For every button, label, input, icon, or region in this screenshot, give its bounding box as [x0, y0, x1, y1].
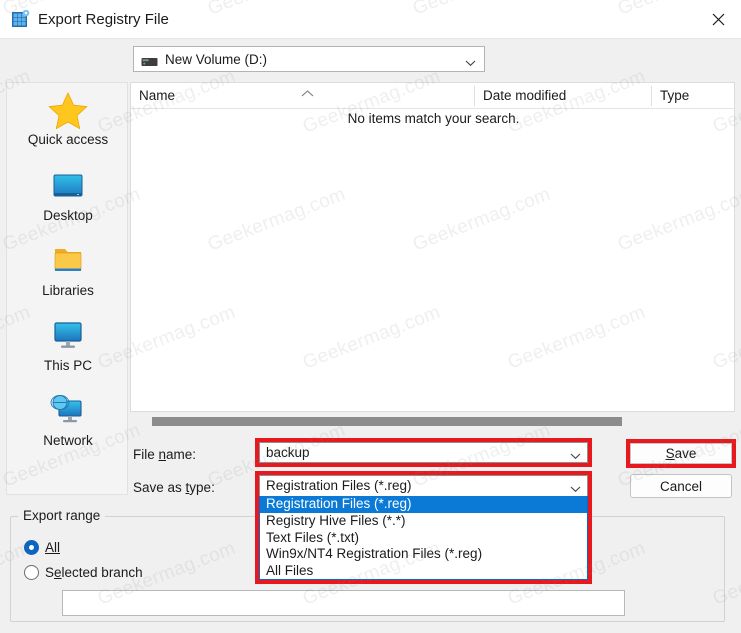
file-list: Name Date modified Type No items match y… [130, 82, 735, 412]
file-list-header: Name Date modified Type [131, 83, 734, 109]
registry-editor-icon [10, 9, 31, 30]
sort-ascending-icon [301, 84, 314, 102]
radio-label: All [45, 540, 61, 555]
sidebar-item-label: Libraries [42, 283, 94, 298]
sidebar-item-network[interactable]: Network [7, 388, 129, 460]
save-as-type-combo[interactable]: Registration Files (*.reg) [259, 475, 588, 496]
export-registry-file-dialog: Export Registry File Save in: New Volume… [0, 0, 741, 633]
column-header-type[interactable]: Type [652, 83, 734, 108]
sidebar-item-quick-access[interactable]: Quick access [7, 87, 129, 159]
save-as-type-value: Registration Files (*.reg) [266, 478, 412, 493]
sidebar-item-this-pc[interactable]: This PC [7, 313, 129, 385]
chevron-down-icon[interactable] [465, 54, 476, 72]
network-globe-icon [48, 392, 88, 430]
folder-icon [48, 242, 88, 280]
file-name-input[interactable]: backup [259, 442, 588, 463]
dropdown-option[interactable]: All Files [260, 563, 587, 579]
column-header-date-modified[interactable]: Date modified [475, 83, 651, 108]
save-button-accel: S [665, 446, 675, 461]
empty-list-message: No items match your search. [347, 111, 520, 126]
dropdown-option[interactable]: Win9x/NT4 Registration Files (*.reg) [260, 546, 587, 563]
sidebar-item-label: Quick access [27, 132, 109, 147]
star-icon [48, 91, 88, 129]
export-range-legend: Export range [18, 508, 106, 523]
sidebar-item-label: Network [43, 433, 93, 448]
save-as-type-dropdown-list[interactable]: Registration Files (*.reg) Registry Hive… [259, 496, 588, 580]
pc-monitor-icon [48, 317, 88, 355]
save-button-label: ave [674, 446, 697, 461]
scrollbar-thumb[interactable] [152, 417, 622, 426]
selected-branch-input[interactable] [62, 590, 625, 616]
dropdown-option[interactable]: Text Files (*.txt) [260, 530, 587, 547]
save-button[interactable]: Save [630, 443, 732, 464]
file-name-value: backup [266, 445, 310, 460]
sidebar-item-label: Desktop [43, 208, 93, 223]
radio-label: Selected branch [45, 565, 143, 580]
radio-mark-selected [24, 540, 39, 555]
save-in-value: New Volume (D:) [165, 52, 268, 67]
dropdown-option[interactable]: Registry Hive Files (*.*) [260, 513, 587, 530]
places-bar: Quick access Desktop Libraries This PC N… [6, 82, 128, 495]
page-title: Export Registry File [38, 11, 169, 28]
cancel-button[interactable]: Cancel [630, 474, 732, 498]
save-in-combo[interactable]: New Volume (D:) [133, 46, 485, 72]
save-as-type-label: Save as type: [133, 480, 215, 495]
sidebar-item-label: This PC [43, 358, 92, 373]
sidebar-item-libraries[interactable]: Libraries [7, 238, 129, 310]
title-bar: Export Registry File [0, 0, 741, 39]
dropdown-option[interactable]: Registration Files (*.reg) [260, 496, 587, 513]
radio-export-range-selected-branch[interactable]: Selected branch [24, 565, 143, 580]
horizontal-scrollbar[interactable] [130, 415, 735, 427]
radio-export-range-all[interactable]: All [24, 540, 60, 555]
chevron-down-icon[interactable] [570, 447, 581, 465]
monitor-icon [48, 167, 88, 205]
sidebar-item-desktop[interactable]: Desktop [7, 163, 129, 235]
close-icon[interactable] [696, 0, 741, 38]
hard-drive-icon [141, 55, 158, 66]
radio-mark [24, 565, 39, 580]
file-name-label: File name: [133, 447, 197, 462]
